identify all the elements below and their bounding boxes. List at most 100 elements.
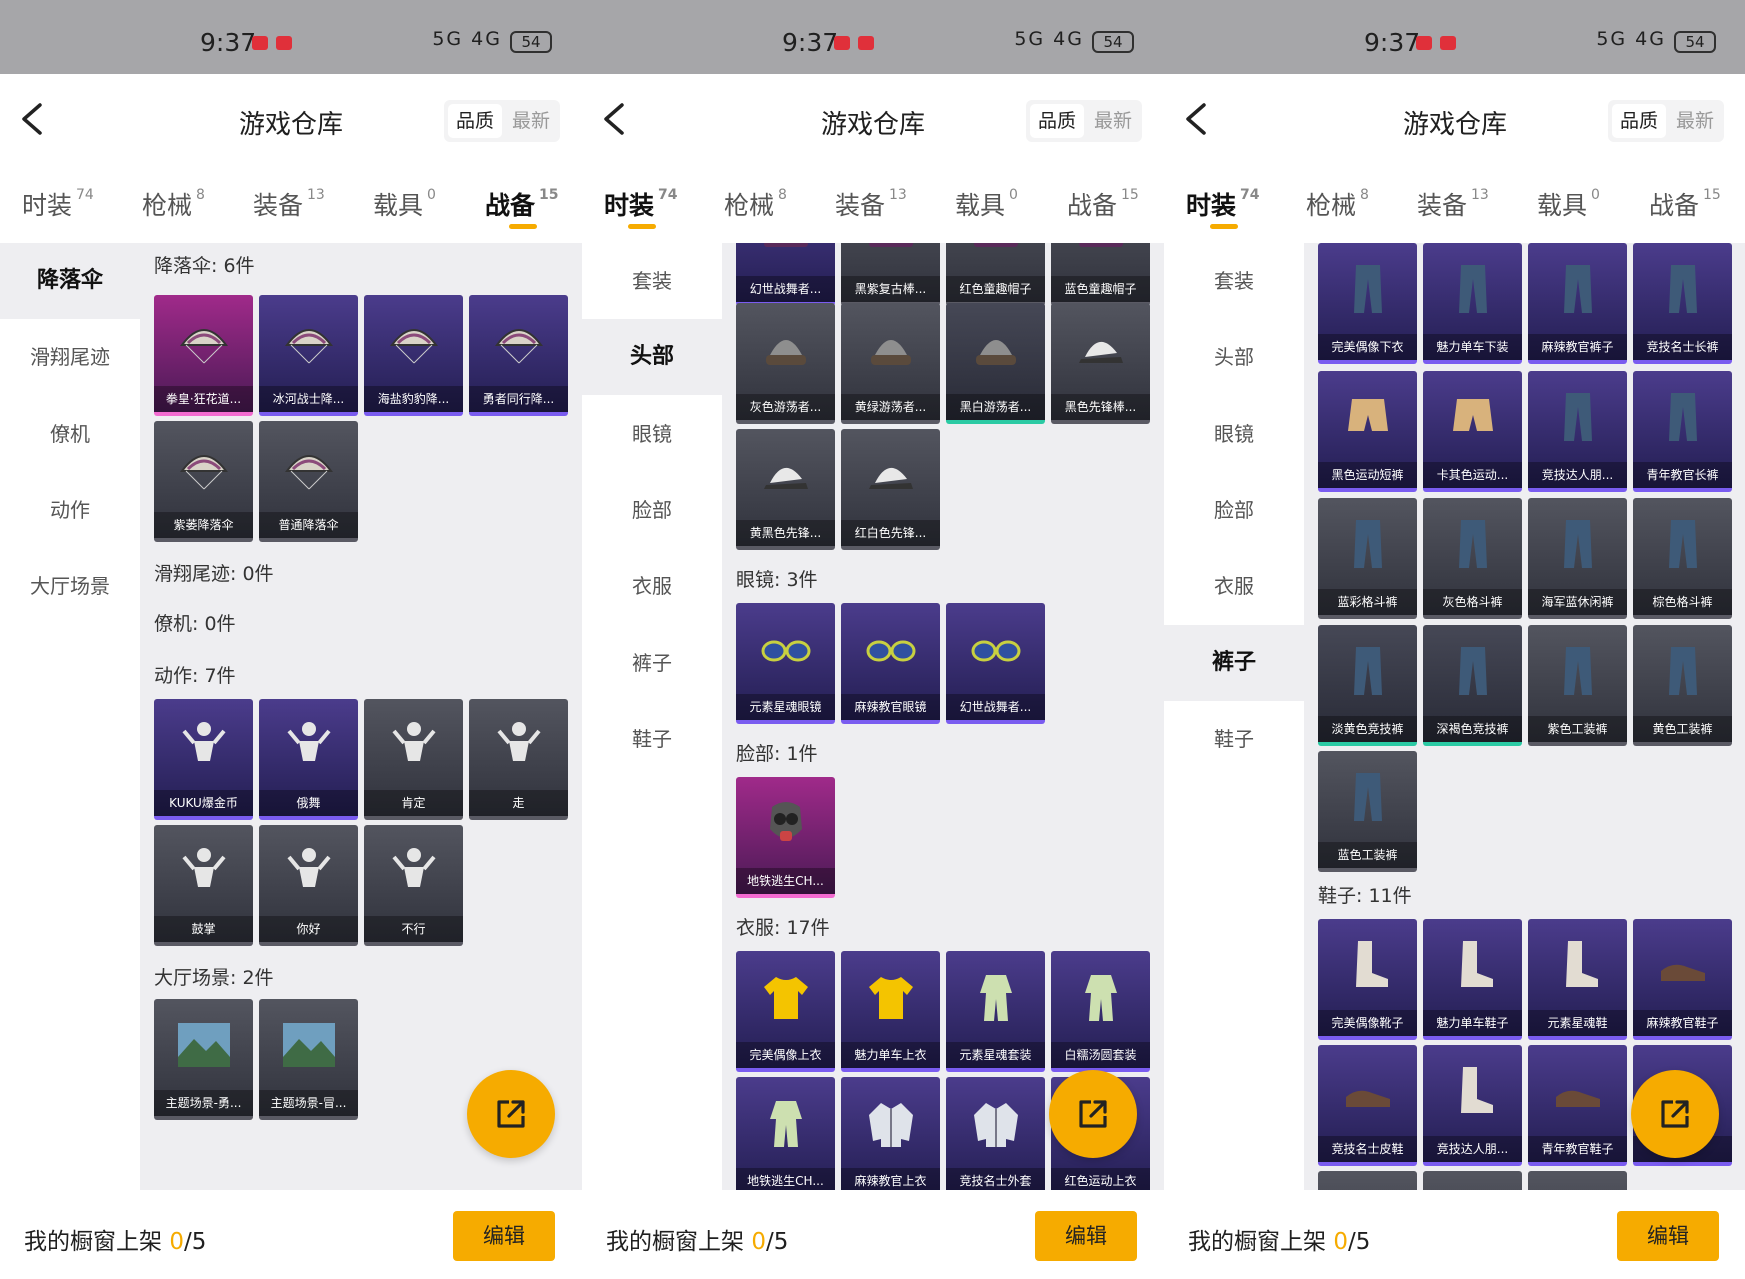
item-card[interactable]: 蓝彩格斗裤 [1318, 498, 1417, 619]
item-card[interactable]: 黄色工装裤 [1633, 625, 1732, 746]
item-card[interactable]: 卡其色运动... [1423, 371, 1522, 492]
sidebar-item[interactable]: 眼镜 [582, 396, 722, 472]
item-card[interactable]: 灰色格斗裤 [1423, 498, 1522, 619]
item-card[interactable]: 俄舞 [259, 699, 358, 820]
item-card[interactable]: 普通降落伞 [259, 421, 358, 542]
item-card[interactable]: 青年教官鞋子 [1528, 1045, 1627, 1166]
tab-2[interactable]: 装备 13 [1417, 186, 1489, 222]
tab-3[interactable]: 载具 0 [373, 186, 436, 222]
sidebar-item[interactable]: 套装 [1164, 243, 1304, 319]
sort-latest-button[interactable]: 最新 [504, 104, 558, 138]
item-card[interactable]: 完美偶像上衣 [736, 951, 835, 1072]
sidebar-item[interactable]: 滑翔尾迹 [0, 319, 140, 395]
sidebar-item[interactable]: 僚机 [0, 396, 140, 472]
sidebar-item[interactable]: 动作 [0, 472, 140, 548]
item-card[interactable]: 白糯汤圆套装 [1051, 951, 1150, 1072]
item-card[interactable]: 走 [469, 699, 568, 820]
sort-latest-button[interactable]: 最新 [1668, 104, 1722, 138]
tab-1[interactable]: 枪械 8 [724, 186, 787, 222]
item-card[interactable]: 深褐色竞技裤 [1423, 625, 1522, 746]
item-card[interactable]: 麻辣教官上衣 [841, 1077, 940, 1190]
tab-2[interactable]: 装备 13 [253, 186, 325, 222]
tab-4[interactable]: 战备 15 [1649, 186, 1721, 222]
sort-latest-button[interactable]: 最新 [1086, 104, 1140, 138]
item-card[interactable]: 麻辣教官裤子 [1528, 243, 1627, 364]
item-card[interactable]: 元素星魂眼镜 [736, 603, 835, 724]
sort-quality-button[interactable]: 品质 [1030, 104, 1084, 138]
tab-0[interactable]: 时装 74 [1186, 186, 1260, 229]
item-card[interactable]: 完美偶像下衣 [1318, 243, 1417, 364]
item-card[interactable]: 黑白游荡者... [946, 303, 1045, 424]
sidebar-item[interactable]: 套装 [582, 243, 722, 319]
item-card[interactable]: 主题场景-勇... [154, 999, 253, 1120]
sidebar-item[interactable]: 衣服 [1164, 548, 1304, 624]
item-card[interactable] [1318, 1171, 1417, 1190]
tab-3[interactable]: 载具 0 [955, 186, 1018, 222]
item-card[interactable]: 竞技名士长裤 [1633, 243, 1732, 364]
tab-0[interactable]: 时装 74 [22, 186, 94, 222]
item-card[interactable]: 黑色先锋棒... [1051, 303, 1150, 424]
sidebar-item[interactable]: 脸部 [582, 472, 722, 548]
sidebar-item[interactable]: 头部 [582, 319, 722, 395]
item-card[interactable]: 地铁逃生CH... [736, 1077, 835, 1190]
item-card[interactable]: 紫色工装裤 [1528, 625, 1627, 746]
item-card[interactable]: 元素星魂鞋 [1528, 919, 1627, 1040]
item-card[interactable]: 灰色游荡者... [736, 303, 835, 424]
item-card[interactable]: KUKU爆金币 [154, 699, 253, 820]
edit-button[interactable]: 编辑 [1035, 1211, 1137, 1261]
item-card[interactable]: 青年教官长裤 [1633, 371, 1732, 492]
tab-0[interactable]: 时装 74 [604, 186, 678, 229]
item-card[interactable]: 肯定 [364, 699, 463, 820]
tab-4[interactable]: 战备 15 [485, 186, 559, 229]
sidebar-item[interactable]: 降落伞 [0, 243, 140, 319]
sidebar-item[interactable]: 眼镜 [1164, 396, 1304, 472]
tab-3[interactable]: 载具 0 [1537, 186, 1600, 222]
item-card[interactable]: 黑紫复古棒... [841, 243, 940, 306]
item-card[interactable]: 黄黑色先锋... [736, 429, 835, 550]
item-card[interactable]: 魅力单车下装 [1423, 243, 1522, 364]
share-button[interactable] [467, 1070, 555, 1158]
sidebar-item[interactable]: 脸部 [1164, 472, 1304, 548]
item-card[interactable]: 主题场景-冒... [259, 999, 358, 1120]
item-card[interactable]: 勇者同行降... [469, 295, 568, 416]
item-card[interactable]: 地铁逃生CH... [736, 777, 835, 898]
tab-1[interactable]: 枪械 8 [142, 186, 205, 222]
item-card[interactable]: 蓝色童趣帽子 [1051, 243, 1150, 306]
item-card[interactable]: 幻世战舞者... [736, 243, 835, 306]
item-card[interactable]: 海盐豹豹降... [364, 295, 463, 416]
sort-quality-button[interactable]: 品质 [1612, 104, 1666, 138]
item-card[interactable] [1528, 1171, 1627, 1190]
item-card[interactable]: 红色童趣帽子 [946, 243, 1045, 306]
item-card[interactable]: 元素星魂套装 [946, 951, 1045, 1072]
sidebar-item[interactable]: 裤子 [1164, 625, 1304, 701]
item-card[interactable]: 鼓掌 [154, 825, 253, 946]
item-card[interactable]: 冰河战士降... [259, 295, 358, 416]
item-card[interactable]: 棕色格斗裤 [1633, 498, 1732, 619]
item-card[interactable]: 不行 [364, 825, 463, 946]
item-card[interactable]: 麻辣教官鞋子 [1633, 919, 1732, 1040]
item-card[interactable]: 红白色先锋... [841, 429, 940, 550]
item-card[interactable]: 竞技达人朋... [1423, 1045, 1522, 1166]
item-card[interactable]: 蓝色工装裤 [1318, 751, 1417, 872]
item-card[interactable] [1423, 1171, 1522, 1190]
item-card[interactable]: 海军蓝休闲裤 [1528, 498, 1627, 619]
item-card[interactable]: 魅力单车上衣 [841, 951, 940, 1072]
sidebar-item[interactable]: 衣服 [582, 548, 722, 624]
share-button[interactable] [1631, 1070, 1719, 1158]
tab-4[interactable]: 战备 15 [1067, 186, 1139, 222]
tab-1[interactable]: 枪械 8 [1306, 186, 1369, 222]
item-card[interactable]: 麻辣教官眼镜 [841, 603, 940, 724]
item-card[interactable]: 竞技名士皮鞋 [1318, 1045, 1417, 1166]
edit-button[interactable]: 编辑 [1617, 1211, 1719, 1261]
sidebar-item[interactable]: 鞋子 [582, 701, 722, 777]
item-card[interactable]: 拳皇·狂花道... [154, 295, 253, 416]
item-card[interactable]: 魅力单车鞋子 [1423, 919, 1522, 1040]
item-card[interactable]: 幻世战舞者... [946, 603, 1045, 724]
share-button[interactable] [1049, 1070, 1137, 1158]
item-card[interactable]: 淡黄色竞技裤 [1318, 625, 1417, 746]
item-card[interactable]: 你好 [259, 825, 358, 946]
item-card[interactable]: 竞技达人朋... [1528, 371, 1627, 492]
edit-button[interactable]: 编辑 [453, 1211, 555, 1261]
sidebar-item[interactable]: 头部 [1164, 319, 1304, 395]
item-card[interactable]: 紫萎降落伞 [154, 421, 253, 542]
